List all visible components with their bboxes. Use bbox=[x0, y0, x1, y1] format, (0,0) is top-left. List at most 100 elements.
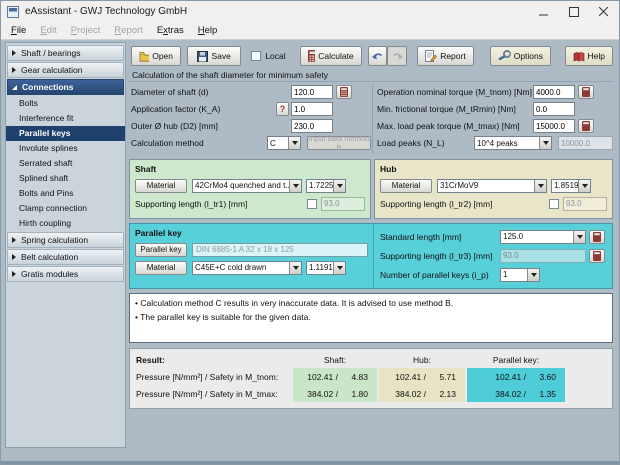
shaft-material-row: Material 42CrMo4 quenched and t... 1.722… bbox=[135, 178, 365, 193]
save-button[interactable]: Save bbox=[187, 46, 241, 66]
message-line: • Calculation method C results in very i… bbox=[135, 297, 607, 311]
content-area: Shaft / bearings Gear calculation Connec… bbox=[1, 40, 619, 464]
options-wrench-icon bbox=[498, 50, 511, 62]
form-left-column: Diameter of shaft (d) Application factor… bbox=[131, 85, 371, 153]
undo-button[interactable] bbox=[368, 46, 388, 66]
result-title: Result: bbox=[136, 355, 165, 365]
chevron-down-icon bbox=[578, 180, 590, 192]
application-factor-help-button[interactable]: ? bbox=[276, 102, 289, 116]
sidebar-header-gratis-modules[interactable]: Gratis modules bbox=[7, 266, 124, 282]
window-bottom-edge bbox=[1, 461, 619, 464]
menu-file[interactable]: File bbox=[4, 25, 33, 36]
chevron-down-icon bbox=[288, 137, 300, 149]
window-title: eAssistant - GWJ Technology GmbH bbox=[25, 6, 529, 17]
parallel-key-button[interactable]: Parallel key bbox=[135, 243, 187, 257]
sidebar-header-gear-calculation[interactable]: Gear calculation bbox=[7, 62, 124, 78]
sidebar-header-belt-calculation[interactable]: Belt calculation bbox=[7, 249, 124, 265]
hub-material-button[interactable]: Material bbox=[380, 179, 432, 193]
sidebar-item-parallel-keys[interactable]: Parallel keys bbox=[6, 126, 125, 141]
result-cell-key-peak: 384.02 /1.35 bbox=[467, 385, 565, 402]
chevron-down-icon bbox=[573, 231, 585, 243]
close-button[interactable] bbox=[589, 1, 619, 22]
open-folder-icon bbox=[139, 51, 149, 62]
open-button[interactable]: Open bbox=[131, 46, 181, 66]
standard-length-dropdown[interactable]: 125.0 bbox=[500, 230, 586, 244]
result-col-shaft: Shaft: bbox=[293, 355, 377, 365]
load-peaks-count-input bbox=[558, 136, 613, 150]
shaft-supporting-length-checkbox[interactable] bbox=[307, 199, 317, 209]
calc-method-row: Calculation method C Input data method B bbox=[131, 136, 371, 150]
load-peaks-label: Load peaks (N_L) bbox=[377, 138, 474, 148]
menu-extras[interactable]: Extras bbox=[150, 25, 191, 36]
group-title: Calculation of the shaft diameter for mi… bbox=[132, 70, 328, 80]
calculate-button[interactable]: Calculate bbox=[300, 46, 362, 66]
sidebar-item-bolts-and-pins[interactable]: Bolts and Pins bbox=[6, 186, 125, 201]
group-divider bbox=[129, 81, 613, 82]
outer-hub-input[interactable] bbox=[291, 119, 333, 133]
num-keys-dropdown[interactable]: 1 bbox=[500, 268, 540, 282]
shaft-material-dropdown[interactable]: 42CrMo4 quenched and t... bbox=[192, 179, 302, 193]
hub-supporting-length-checkbox[interactable] bbox=[549, 199, 559, 209]
nominal-torque-calc-button[interactable] bbox=[578, 85, 594, 99]
sidebar-item-bolts[interactable]: Bolts bbox=[6, 96, 125, 111]
nominal-torque-label: Operation nominal torque (M_tnom) [Nm] bbox=[377, 87, 533, 97]
sidebar-item-involute-splines[interactable]: Involute splines bbox=[6, 141, 125, 156]
application-factor-input[interactable] bbox=[291, 102, 333, 116]
maximize-button[interactable] bbox=[559, 1, 589, 22]
menu-edit: Edit bbox=[33, 25, 63, 36]
menu-help[interactable]: Help bbox=[191, 25, 225, 36]
diameter-calc-button[interactable] bbox=[336, 85, 352, 99]
shaft-title: Shaft bbox=[135, 164, 365, 174]
minimize-button[interactable] bbox=[529, 1, 559, 22]
peak-torque-input[interactable] bbox=[533, 119, 575, 133]
sidebar-item-interference-fit[interactable]: Interference fit bbox=[6, 111, 125, 126]
application-factor-row: Application factor (K_A) ? bbox=[131, 102, 371, 116]
hub-material-dropdown[interactable]: 31CrMoV9 bbox=[437, 179, 547, 193]
sidebar-header-connections[interactable]: Connections bbox=[7, 79, 124, 95]
result-cell-hub-nominal: 102.41 /5.71 bbox=[379, 368, 465, 385]
sidebar-header-spring-calculation[interactable]: Spring calculation bbox=[7, 232, 124, 248]
calc-method-dropdown[interactable]: C bbox=[267, 136, 301, 150]
sidebar-item-serrated-shaft[interactable]: Serrated shaft bbox=[6, 156, 125, 171]
shaft-material-button[interactable]: Material bbox=[135, 179, 187, 193]
standard-length-calc-button[interactable] bbox=[589, 230, 605, 244]
chevron-right-icon bbox=[12, 67, 16, 73]
undo-icon bbox=[371, 51, 384, 61]
sidebar-header-shaft-bearings[interactable]: Shaft / bearings bbox=[7, 45, 124, 61]
help-book-icon bbox=[573, 51, 585, 62]
result-col-parallel-key: Parallel key: bbox=[467, 355, 565, 365]
app-window: eAssistant - GWJ Technology GmbH File Ed… bbox=[0, 0, 620, 465]
hub-material-number-dropdown[interactable]: 1.8519 bbox=[551, 179, 591, 193]
options-button[interactable]: Options bbox=[490, 46, 551, 66]
hub-supporting-length-row: Supporting length (l_tr2) [mm] bbox=[380, 196, 607, 211]
frictional-torque-input[interactable] bbox=[533, 102, 575, 116]
shaft-panel: Shaft Material 42CrMo4 quenched and t...… bbox=[129, 159, 371, 219]
redo-button[interactable] bbox=[387, 46, 407, 66]
help-button[interactable]: Help bbox=[565, 46, 613, 66]
parallel-key-material-dropdown[interactable]: C45E+C cold drawn bbox=[192, 261, 302, 275]
nominal-torque-input[interactable] bbox=[533, 85, 575, 99]
sidebar-item-splined-shaft[interactable]: Splined shaft bbox=[6, 171, 125, 186]
nominal-torque-row: Operation nominal torque (M_tnom) [Nm] bbox=[377, 85, 613, 99]
parallel-key-material-number-dropdown[interactable]: 1.1191 bbox=[306, 261, 346, 275]
shaft-material-number-dropdown[interactable]: 1.7225 bbox=[306, 179, 346, 193]
diameter-input[interactable] bbox=[291, 85, 333, 99]
load-peaks-dropdown[interactable]: 10^4 peaks bbox=[474, 136, 552, 150]
report-button[interactable]: Report bbox=[417, 46, 474, 66]
peak-torque-calc-button[interactable] bbox=[578, 119, 594, 133]
input-data-method-b-button[interactable]: Input data method B bbox=[307, 136, 371, 150]
key-supporting-length-input bbox=[500, 249, 586, 263]
parallel-key-right: Standard length [mm] 125.0 Supporting le… bbox=[373, 224, 612, 288]
sidebar-item-hirth-coupling[interactable]: Hirth coupling bbox=[6, 216, 125, 231]
result-cell-key-nominal: 102.41 /3.60 bbox=[467, 368, 565, 385]
key-supporting-length-calc-button[interactable] bbox=[589, 249, 605, 263]
shaft-supporting-length-label: Supporting length (l_tr1) [mm] bbox=[135, 199, 307, 209]
parallel-key-material-button[interactable]: Material bbox=[135, 261, 187, 275]
result-cell-shaft-nominal: 102.41 /4.83 bbox=[293, 368, 377, 385]
local-checkbox[interactable] bbox=[251, 51, 261, 61]
parallel-key-left: Parallel key Parallel key DIN 6885-1 A 3… bbox=[130, 224, 373, 288]
chevron-right-icon bbox=[12, 50, 16, 56]
outer-hub-row: Outer Ø hub (D2) [mm] bbox=[131, 119, 371, 133]
sidebar-item-clamp-connection[interactable]: Clamp connection bbox=[6, 201, 125, 216]
hub-panel: Hub Material 31CrMoV9 1.8519 Supporting … bbox=[374, 159, 613, 219]
